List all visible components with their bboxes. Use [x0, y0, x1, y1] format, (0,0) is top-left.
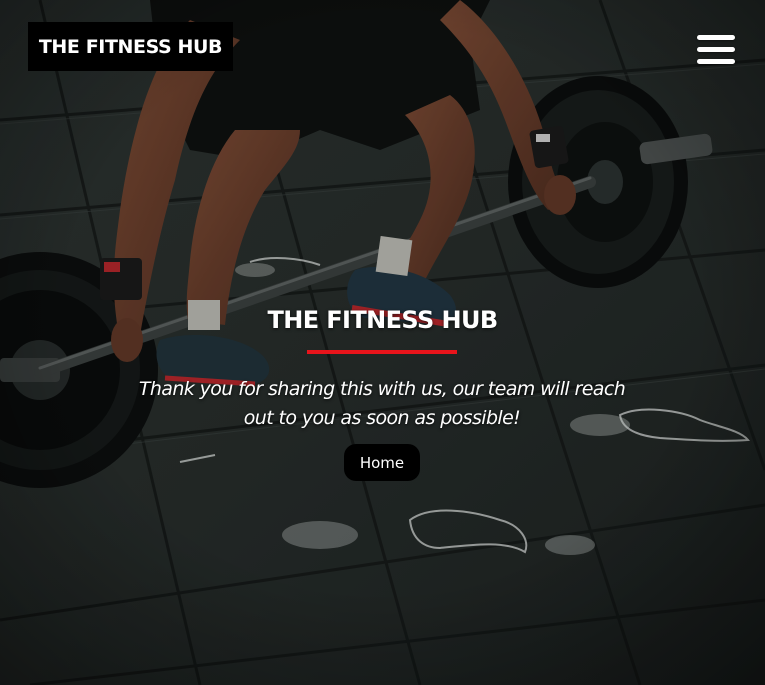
menu-bar-middle: [697, 47, 735, 52]
hamburger-menu-icon[interactable]: [696, 33, 736, 67]
hero-section: THE FITNESS HUB THE FITNESS HUB Thank yo…: [0, 0, 765, 685]
menu-bar-bottom: [697, 59, 735, 64]
site-logo[interactable]: THE FITNESS HUB: [28, 22, 233, 71]
menu-bar-top: [697, 35, 735, 40]
site-logo-text: THE FITNESS HUB: [38, 35, 223, 58]
page-title: THE FITNESS HUB: [267, 306, 498, 334]
background-image: [0, 0, 765, 685]
thank-you-message: Thank you for sharing this with us, our …: [138, 378, 626, 429]
title-underline-divider: [307, 350, 457, 354]
home-button[interactable]: Home: [344, 444, 420, 481]
